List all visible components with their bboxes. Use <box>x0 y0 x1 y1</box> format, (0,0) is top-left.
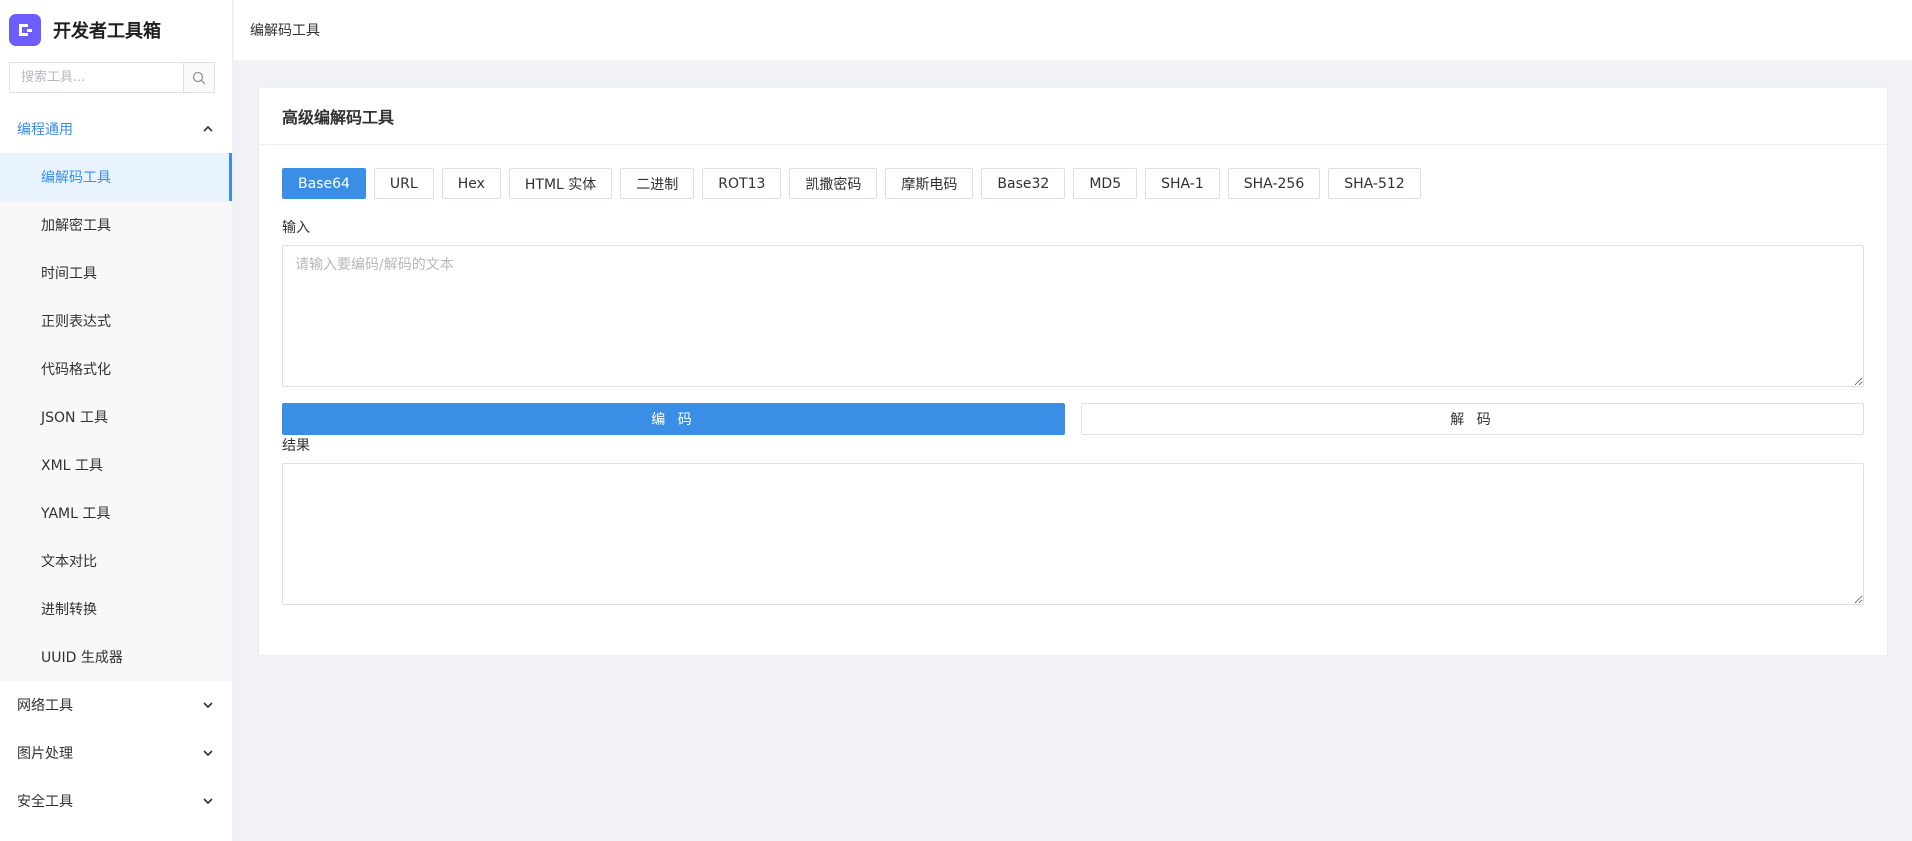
search-box <box>9 62 215 93</box>
sidebar-item-label: 编解码工具 <box>41 170 111 186</box>
sidebar-group-security[interactable]: 安全工具 <box>0 777 232 825</box>
sidebar-group-image[interactable]: 图片处理 <box>0 729 232 777</box>
card-body: Base64 URL Hex HTML 实体 二进制 ROT13 凯撒密码 摩斯… <box>259 168 1887 605</box>
tab-url[interactable]: URL <box>373 168 434 199</box>
tab-morse[interactable]: 摩斯电码 <box>885 168 974 199</box>
tab-rot13[interactable]: ROT13 <box>702 168 782 199</box>
app-title: 开发者工具箱 <box>53 21 161 42</box>
search-icon <box>192 71 206 84</box>
input-textarea[interactable] <box>282 245 1864 387</box>
sidebar-group-label: 编程通用 <box>17 122 73 138</box>
submenu-programming: 编解码工具 加解密工具 时间工具 正则表达式 代码格式化 JSON 工具 XML… <box>0 153 232 681</box>
tab-sha256[interactable]: SHA-256 <box>1227 168 1321 199</box>
breadcrumb: 编解码工具 <box>250 23 320 39</box>
sidebar-item-radix[interactable]: 进制转换 <box>0 585 232 633</box>
tab-hex[interactable]: Hex <box>441 168 501 199</box>
action-buttons: 编 码 解 码 <box>282 403 1864 435</box>
sidebar-group-label: 网络工具 <box>17 698 73 714</box>
sidebar-group-label: 图片处理 <box>17 746 73 762</box>
result-label: 结果 <box>282 438 310 454</box>
tab-binary[interactable]: 二进制 <box>620 168 695 199</box>
sidebar: 开发者工具箱 编程通用 编解码工具 加解密工具 时间工具 正则表达式 代码格式化… <box>0 0 233 841</box>
sidebar-item-yaml[interactable]: YAML 工具 <box>0 489 232 537</box>
encode-button[interactable]: 编 码 <box>282 403 1065 435</box>
sidebar-item-label: 时间工具 <box>41 266 97 282</box>
search-button[interactable] <box>183 63 214 92</box>
sidebar-item-label: 正则表达式 <box>41 314 111 330</box>
sidebar-item-label: YAML 工具 <box>41 506 111 522</box>
sidebar-group-network[interactable]: 网络工具 <box>0 681 232 729</box>
app-logo-icon <box>9 14 41 46</box>
sidebar-item-label: JSON 工具 <box>41 410 108 426</box>
codec-card: 高级编解码工具 Base64 URL Hex HTML 实体 二进制 ROT13… <box>258 87 1888 656</box>
tab-md5[interactable]: MD5 <box>1073 168 1138 199</box>
sidebar-item-codec[interactable]: 编解码工具 <box>0 153 232 201</box>
tab-html-entity[interactable]: HTML 实体 <box>508 168 613 199</box>
search-input[interactable] <box>10 63 183 92</box>
sidebar-group-programming[interactable]: 编程通用 <box>0 105 232 153</box>
sidebar-item-uuid[interactable]: UUID 生成器 <box>0 633 232 681</box>
sidebar-item-crypto[interactable]: 加解密工具 <box>0 201 232 249</box>
tab-sha512[interactable]: SHA-512 <box>1328 168 1421 199</box>
sidebar-item-label: 代码格式化 <box>41 362 111 378</box>
chevron-down-icon <box>201 698 215 712</box>
sidebar-item-label: UUID 生成器 <box>41 650 123 666</box>
sidebar-item-label: 加解密工具 <box>41 218 111 234</box>
decode-button[interactable]: 解 码 <box>1081 403 1864 435</box>
result-textarea[interactable] <box>282 463 1864 605</box>
sidebar-item-label: 文本对比 <box>41 554 97 570</box>
sidebar-item-json[interactable]: JSON 工具 <box>0 393 232 441</box>
sidebar-group-label: 安全工具 <box>17 794 73 810</box>
top-bar: 编解码工具 <box>234 0 1912 60</box>
tab-base64[interactable]: Base64 <box>282 168 366 199</box>
sidebar-item-label: 进制转换 <box>41 602 97 618</box>
tab-caesar[interactable]: 凯撒密码 <box>789 168 878 199</box>
brand: 开发者工具箱 <box>0 0 232 60</box>
sidebar-item-formatter[interactable]: 代码格式化 <box>0 345 232 393</box>
chevron-down-icon <box>201 746 215 760</box>
card-title: 高级编解码工具 <box>259 88 1887 145</box>
sidebar-item-label: XML 工具 <box>41 458 103 474</box>
tab-sha1[interactable]: SHA-1 <box>1145 168 1220 199</box>
sidebar-item-regex[interactable]: 正则表达式 <box>0 297 232 345</box>
chevron-down-icon <box>201 794 215 808</box>
codec-tabs: Base64 URL Hex HTML 实体 二进制 ROT13 凯撒密码 摩斯… <box>282 168 1864 199</box>
chevron-up-icon <box>201 122 215 136</box>
sidebar-item-diff[interactable]: 文本对比 <box>0 537 232 585</box>
sidebar-item-time[interactable]: 时间工具 <box>0 249 232 297</box>
input-label: 输入 <box>282 220 310 236</box>
tab-base32[interactable]: Base32 <box>981 168 1066 199</box>
sidebar-item-xml[interactable]: XML 工具 <box>0 441 232 489</box>
